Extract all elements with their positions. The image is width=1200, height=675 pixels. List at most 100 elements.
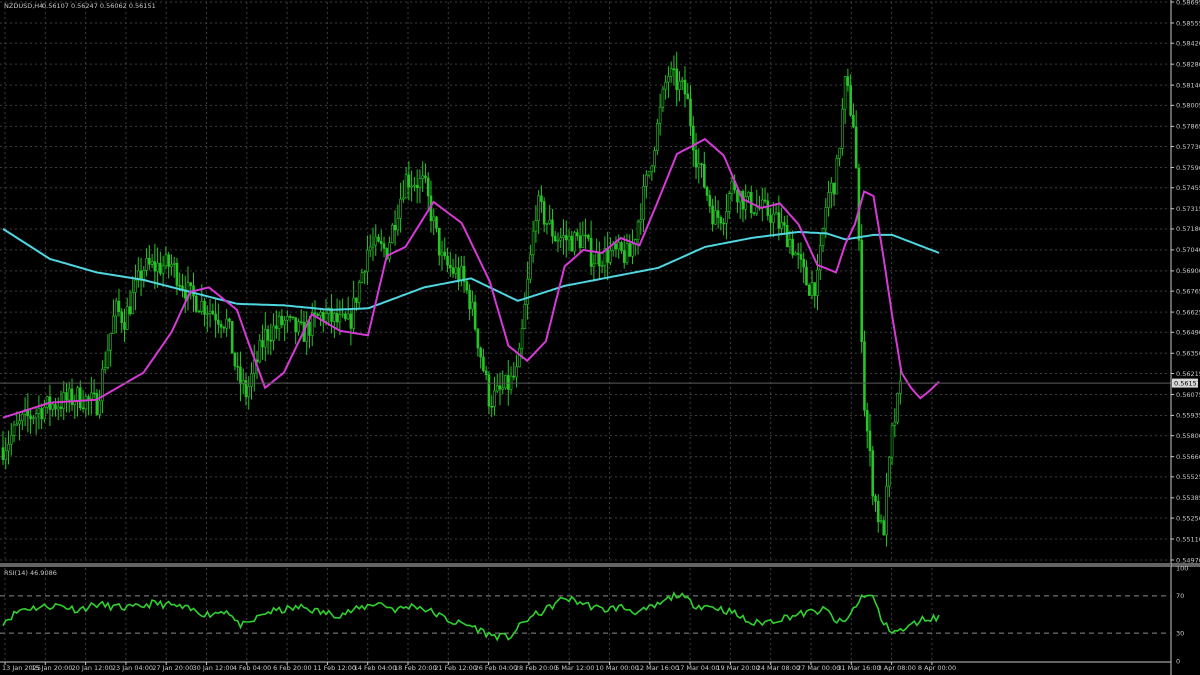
candle-body	[377, 236, 380, 242]
candle-body	[559, 237, 563, 241]
candle-body	[523, 304, 527, 329]
price-tick-label: 0.57590	[1176, 164, 1200, 172]
time-tick-label: 18 Feb 20:00	[394, 664, 437, 672]
candle-body	[194, 295, 198, 312]
candle-body	[777, 212, 781, 229]
price-tick-label: 0.54970	[1176, 556, 1200, 564]
time-axis[interactable]: 13 Jan 202515 Jan 20:00 20 Jan 12:00 23 Ja…	[2, 662, 956, 672]
price-tick-label: 0.57730	[1176, 143, 1200, 151]
candle-body	[225, 318, 228, 329]
candle-body	[457, 267, 460, 281]
price-tick-label: 0.56075	[1176, 391, 1200, 399]
candle-body	[313, 312, 317, 315]
candle-body	[650, 165, 654, 172]
candle-body	[647, 171, 651, 176]
candle-body	[90, 392, 93, 400]
price-tick-label: 0.55110	[1176, 535, 1200, 543]
candle-body	[159, 262, 162, 274]
price-tick-label: 0.58555	[1176, 19, 1200, 27]
candle-body	[526, 278, 529, 305]
candle-body	[338, 314, 342, 323]
time-tick-label: 20 Jan 12:00	[72, 664, 113, 672]
candle-body	[92, 392, 96, 395]
candle-body	[802, 259, 806, 268]
candle-body	[250, 373, 253, 387]
candle-body	[727, 193, 731, 212]
candle-body	[87, 396, 90, 400]
candle-body	[56, 406, 60, 410]
candle-body	[653, 150, 656, 167]
candle-body	[203, 300, 206, 315]
candle-body	[217, 319, 220, 325]
candle-body	[606, 248, 609, 263]
candle-body	[697, 163, 701, 168]
price-tick-label: 0.58140	[1176, 81, 1200, 89]
candle-body	[832, 182, 836, 195]
candle-body	[705, 186, 709, 196]
candle-body	[43, 406, 46, 420]
candle-body	[722, 222, 725, 225]
price-tick-label: 0.57865	[1176, 123, 1200, 131]
candle-body	[421, 175, 424, 179]
price-tick-label: 0.56490	[1176, 329, 1200, 337]
candle-body	[821, 228, 825, 247]
candle-body	[672, 68, 676, 71]
price-tick-label: 0.58280	[1176, 60, 1200, 68]
candle-body	[711, 205, 714, 225]
candle-body	[730, 181, 734, 194]
candle-body	[407, 174, 411, 188]
candle-body	[827, 192, 830, 208]
candle-body	[885, 485, 888, 536]
candle-body	[515, 366, 518, 378]
candle-body	[272, 325, 275, 341]
candle-body	[506, 375, 510, 390]
time-tick-label: 12 Mar 16:00	[636, 664, 679, 672]
candle-body	[865, 410, 869, 432]
candle-body	[299, 321, 303, 323]
candle-body	[170, 264, 173, 267]
candle-body	[678, 81, 681, 90]
candle-body	[835, 157, 839, 195]
candle-body	[219, 323, 223, 328]
candle-body	[286, 316, 289, 321]
candle-body	[189, 282, 193, 287]
candle-body	[576, 232, 579, 237]
time-tick-label: 15 Jan 20:00	[31, 664, 72, 672]
candle-body	[810, 282, 814, 296]
price-chart-canvas[interactable]: NZDUSD,H4 0.56107 0.56247 0.56062 0.5615…	[0, 0, 1200, 675]
candle-body	[766, 200, 770, 216]
candle-body	[667, 76, 670, 83]
candle-body	[200, 300, 204, 312]
candle-body	[12, 424, 16, 436]
candle-body	[275, 325, 278, 329]
candle-body	[222, 326, 226, 329]
candle-body	[816, 269, 819, 296]
candle-body	[230, 321, 234, 354]
rsi-tick-label: 30	[1176, 629, 1184, 637]
candle-body	[476, 328, 480, 349]
candle-body	[117, 300, 121, 313]
time-tick-label: 27 Mar 00:00	[797, 664, 840, 672]
candle-body	[620, 242, 623, 251]
candle-body	[752, 212, 756, 214]
candle-body	[868, 430, 872, 451]
candle-body	[548, 219, 551, 224]
time-tick-label: 11 Feb 12:00	[313, 664, 356, 672]
candle-body	[1, 447, 5, 460]
candle-body	[755, 206, 759, 214]
candle-body	[236, 365, 239, 368]
candle-body	[98, 400, 101, 415]
candle-body	[595, 252, 598, 265]
candle-body	[131, 292, 135, 314]
candle-body	[148, 257, 151, 265]
candle-body	[413, 184, 416, 187]
price-tick-label: 0.55385	[1176, 494, 1200, 502]
price-tick-label: 0.55935	[1176, 412, 1200, 420]
candle-body	[556, 239, 560, 242]
time-tick-label: 17 Mar 04:00	[676, 664, 719, 672]
candle-body	[896, 393, 899, 423]
candle-body	[874, 495, 877, 502]
candle-body	[264, 329, 267, 348]
candle-body	[465, 281, 469, 291]
candle-body	[54, 404, 57, 410]
